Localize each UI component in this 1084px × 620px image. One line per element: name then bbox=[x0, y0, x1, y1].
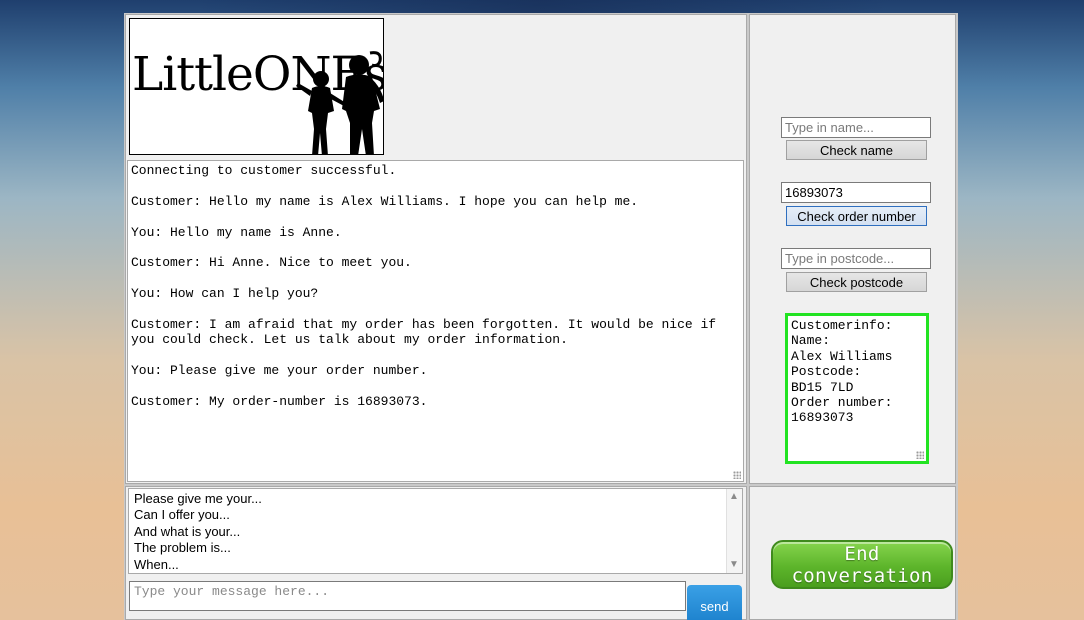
postcode-input[interactable] bbox=[781, 248, 931, 269]
check-name-button[interactable]: Check name bbox=[786, 140, 927, 160]
chat-message: You: Hello my name is Anne. bbox=[131, 224, 342, 240]
check-order-number-button[interactable]: Check order number bbox=[786, 206, 927, 226]
phrase-list[interactable]: Please give me your... Can I offer you..… bbox=[128, 488, 743, 574]
customer-order-label: Order number: bbox=[791, 395, 893, 411]
chat-log[interactable]: Connecting to customer successful. Custo… bbox=[127, 160, 744, 482]
chat-message: Customer: Hello my name is Alex Williams… bbox=[131, 193, 639, 209]
chat-message: You: How can I help you? bbox=[131, 286, 319, 302]
order-number-input[interactable] bbox=[781, 182, 931, 203]
phrase-item[interactable]: Can I offer you... bbox=[129, 507, 742, 523]
check-postcode-button[interactable]: Check postcode bbox=[786, 272, 927, 292]
chat-message: Customer: Hi Anne. Nice to meet you. bbox=[131, 255, 412, 271]
scroll-down-icon[interactable]: ▼ bbox=[729, 560, 739, 570]
chat-message: Connecting to customer successful. bbox=[131, 163, 397, 178]
resize-grip-icon[interactable] bbox=[733, 471, 741, 479]
chat-message: You: Please give me your order number. bbox=[131, 363, 428, 379]
logo: LittleONEs bbox=[129, 18, 384, 155]
children-silhouette-icon bbox=[296, 51, 383, 154]
customer-order-value: 16893073 bbox=[791, 410, 854, 426]
phrase-item[interactable]: When... bbox=[129, 557, 742, 573]
end-conversation-button[interactable]: End conversation bbox=[771, 540, 953, 589]
send-button[interactable]: send bbox=[687, 585, 742, 620]
customer-postcode-label: Postcode: bbox=[791, 364, 862, 380]
scroll-up-icon[interactable]: ▲ bbox=[729, 492, 739, 502]
customer-info-box[interactable]: Customerinfo: Name: Alex Williams Postco… bbox=[785, 313, 929, 464]
customer-postcode-value: BD15 7LD bbox=[791, 379, 854, 395]
phrase-item[interactable]: Please give me your... bbox=[129, 491, 742, 507]
customer-name-value: Alex Williams bbox=[791, 348, 893, 364]
customer-info-heading: Customerinfo: bbox=[791, 318, 893, 333]
message-input[interactable] bbox=[129, 581, 686, 611]
resize-grip-icon[interactable] bbox=[916, 451, 924, 459]
chat-message: Customer: I am afraid that my order has … bbox=[131, 316, 724, 348]
chat-message: Customer: My order-number is 16893073. bbox=[131, 393, 428, 409]
phrase-item[interactable]: And what is your... bbox=[129, 524, 742, 540]
name-input[interactable] bbox=[781, 117, 931, 138]
customer-name-label: Name: bbox=[791, 333, 831, 349]
phrase-item[interactable]: The problem is... bbox=[129, 540, 742, 556]
phrase-list-scrollbar[interactable]: ▲ ▼ bbox=[726, 489, 742, 573]
